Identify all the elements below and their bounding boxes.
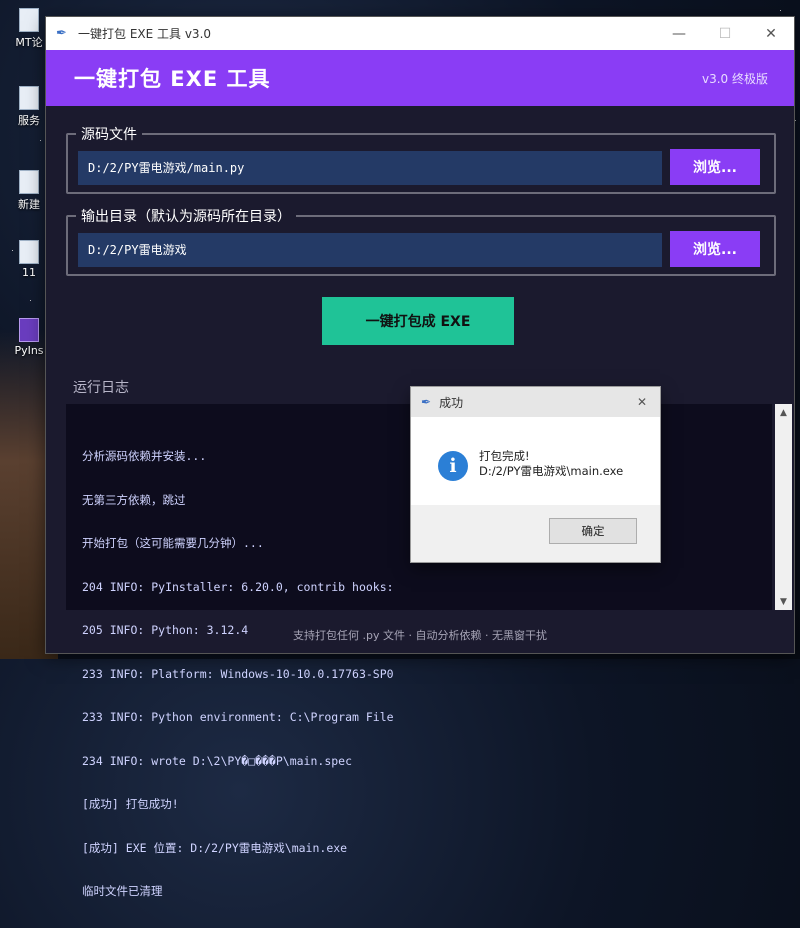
dialog-body: i 打包完成! D:/2/PY雷电游戏\main.exe	[411, 417, 660, 505]
window-titlebar: ✒ 一键打包 EXE 工具 v3.0 — ☐ ✕	[46, 17, 794, 50]
scroll-up-icon[interactable]: ▲	[775, 404, 792, 421]
source-file-legend: 源码文件	[76, 124, 142, 144]
feather-icon: ✒	[421, 395, 432, 409]
log-scrollbar[interactable]: ▲ ▼	[775, 404, 792, 610]
file-icon	[19, 240, 39, 264]
source-file-group: 源码文件 D:/2/PY雷电游戏/main.py 浏览...	[66, 124, 776, 194]
log-label: 运行日志	[73, 380, 129, 396]
pack-exe-button[interactable]: 一键打包成 EXE	[322, 297, 514, 345]
dialog-titlebar: ✒ 成功 ✕	[411, 387, 660, 417]
maximize-button[interactable]: ☐	[702, 17, 748, 50]
source-browse-button[interactable]: 浏览...	[670, 149, 760, 185]
dialog-message: 打包完成! D:/2/PY雷电游戏\main.exe	[479, 449, 623, 479]
log-line: [成功] 打包成功!	[82, 797, 179, 811]
desktop-icon-label: 新建	[18, 198, 40, 211]
log-line: 233 INFO: Platform: Windows-10-10.0.1776…	[82, 666, 394, 681]
output-dir-group: 输出目录（默认为源码所在目录） D:/2/PY雷电游戏 浏览...	[66, 206, 776, 276]
output-dir-legend: 输出目录（默认为源码所在目录）	[76, 206, 296, 226]
info-icon: i	[438, 451, 468, 481]
close-button[interactable]: ✕	[748, 17, 794, 50]
window-title: 一键打包 EXE 工具 v3.0	[78, 27, 212, 41]
dialog-close-button[interactable]: ✕	[624, 395, 660, 409]
desktop-icon-label: 11	[22, 266, 36, 279]
log-line: 204 INFO: PyInstaller: 6.20.0, contrib h…	[82, 579, 394, 594]
minimize-button[interactable]: —	[656, 17, 702, 50]
feather-icon: ✒	[56, 26, 67, 41]
log-line: 临时文件已清理	[82, 884, 163, 898]
version-label: v3.0 终极版	[701, 71, 768, 86]
dialog-message-line1: 打包完成!	[479, 449, 530, 463]
file-icon	[19, 170, 39, 194]
app-header: 一键打包 EXE 工具 v3.0 终极版	[46, 50, 794, 106]
header-title: 一键打包 EXE 工具	[74, 67, 271, 91]
success-dialog: ✒ 成功 ✕ i 打包完成! D:/2/PY雷电游戏\main.exe 确定	[411, 387, 660, 562]
desktop-icon-label: 服务	[18, 114, 40, 127]
footer-text: 支持打包任何 .py 文件 · 自动分析依赖 · 无黑窗干扰	[293, 629, 547, 642]
output-browse-button[interactable]: 浏览...	[670, 231, 760, 267]
dialog-footer: 确定	[411, 505, 660, 562]
desktop-icon-label: MT论	[15, 36, 43, 49]
ok-button[interactable]: 确定	[549, 518, 637, 544]
log-line: 234 INFO: wrote D:\2\PY�□���P\main.spec	[82, 753, 353, 768]
desktop-icon-label: PyIns	[14, 344, 44, 357]
dialog-title: 成功	[439, 395, 464, 410]
log-line: 233 INFO: Python environment: C:\Program…	[82, 710, 394, 724]
dialog-message-line2: D:/2/PY雷电游戏\main.exe	[479, 464, 624, 478]
log-line: [成功] EXE 位置: D:/2/PY雷电游戏\main.exe	[82, 840, 348, 855]
app-icon	[19, 318, 39, 342]
file-icon	[19, 8, 39, 32]
output-dir-input[interactable]: D:/2/PY雷电游戏	[78, 233, 662, 267]
file-icon	[19, 86, 39, 110]
scroll-down-icon[interactable]: ▼	[775, 593, 792, 610]
source-file-input[interactable]: D:/2/PY雷电游戏/main.py	[78, 151, 662, 185]
